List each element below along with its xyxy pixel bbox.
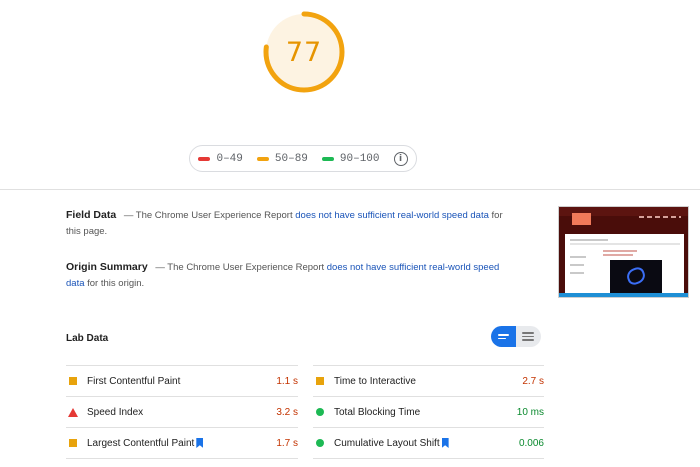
average-square-icon: [69, 439, 77, 447]
thumb-line: [570, 264, 584, 266]
thumb-line: [570, 243, 680, 245]
legend-swatch-fail: [198, 156, 211, 161]
metric-name-wrap: Largest Contentful Paint: [66, 438, 276, 449]
metric-name: Total Blocking Time: [334, 406, 421, 418]
bookmark-icon[interactable]: [441, 438, 449, 448]
origin-summary-text-after: for this origin.: [84, 278, 145, 289]
compact-view-button[interactable]: [491, 326, 516, 347]
thumb-footer-bar: [559, 293, 688, 297]
metric-value: 10 ms: [516, 406, 544, 418]
score-legend: 0–49 50–89 90–100 i: [189, 145, 417, 172]
metric-name: First Contentful Paint: [87, 375, 181, 387]
metric-name-wrap: Speed Index: [66, 407, 276, 418]
list-icon-line: [522, 335, 534, 338]
thumb-logo: [572, 213, 591, 225]
fail-triangle-icon: [68, 407, 78, 417]
metric-name-wrap: Time to Interactive: [313, 376, 522, 387]
legend-item-pass: 90–100: [321, 152, 380, 165]
legend-swatch-average: [256, 156, 269, 161]
metric-cumulative-layout-shift: Cumulative Layout Shift 0.006: [313, 428, 544, 459]
metric-value: 3.2 s: [276, 406, 298, 418]
view-toggle[interactable]: [491, 326, 541, 347]
bookmark-icon[interactable]: [196, 438, 204, 448]
average-square-icon: [316, 377, 324, 385]
average-square-icon: [69, 377, 77, 385]
thumb-line: [570, 239, 608, 241]
legend-label-pass: 90–100: [339, 152, 380, 165]
legend-swatch-pass: [321, 156, 334, 161]
metric-first-contentful-paint: First Contentful Paint 1.1 s: [66, 366, 298, 397]
metric-name: Cumulative Layout Shift: [334, 437, 440, 449]
metric-name: Time to Interactive: [334, 375, 416, 387]
metric-time-to-interactive: Time to Interactive 2.7 s: [313, 366, 544, 397]
list-icon-line: [498, 337, 506, 339]
legend-item-fail: 0–49: [198, 152, 243, 165]
origin-summary-text-before: — The Chrome User Experience Report: [152, 262, 327, 273]
legend-label-average: 50–89: [274, 152, 308, 165]
metric-name: Speed Index: [87, 406, 144, 418]
metric-value: 0.006: [518, 437, 544, 449]
metric-largest-contentful-paint: Largest Contentful Paint 1.7 s: [66, 428, 298, 459]
metric-name-wrap: Cumulative Layout Shift: [313, 438, 519, 449]
metric-value: 2.7 s: [522, 375, 544, 387]
list-icon-line: [522, 339, 534, 341]
metric-value: 1.7 s: [276, 437, 298, 449]
field-data-link[interactable]: does not have sufficient real-world spee…: [295, 210, 489, 221]
metric-name: Largest Contentful Paint: [87, 437, 195, 449]
legend-item-average: 50–89: [256, 152, 308, 165]
thumb-heading-line: [603, 254, 633, 256]
performance-score-value: 77: [285, 36, 323, 68]
lab-data-title: Lab Data: [66, 333, 109, 344]
origin-summary-section: Origin Summary — The Chrome User Experie…: [66, 259, 506, 292]
thumb-page: [565, 234, 684, 295]
metric-total-blocking-time: Total Blocking Time 10 ms: [313, 397, 544, 428]
section-divider: [0, 189, 700, 190]
list-icon-line: [522, 332, 534, 334]
thumb-line: [570, 272, 584, 274]
thumb-line: [570, 256, 586, 258]
thumb-heading-line: [603, 250, 637, 252]
field-data-text-before: — The Chrome User Experience Report: [121, 210, 296, 221]
legend-label-fail: 0–49: [216, 152, 243, 165]
pass-circle-icon: [316, 439, 324, 447]
origin-summary-heading: Origin Summary: [66, 261, 148, 273]
thumb-nav: [639, 216, 681, 218]
expanded-view-button[interactable]: [516, 326, 541, 347]
metric-name-wrap: Total Blocking Time: [313, 407, 517, 418]
performance-score-gauge: 77: [262, 10, 346, 94]
info-icon[interactable]: i: [393, 151, 408, 166]
pagespeed-report: 77 0–49 50–89 90–100 i Field Data — The …: [0, 0, 700, 467]
metric-value: 1.1 s: [276, 375, 298, 387]
field-data-heading: Field Data: [66, 209, 117, 221]
pass-circle-icon: [316, 408, 324, 416]
list-icon-line: [498, 334, 509, 336]
metric-speed-index: Speed Index 3.2 s: [66, 397, 298, 428]
field-data-section: Field Data — The Chrome User Experience …: [66, 207, 506, 240]
metric-name-wrap: First Contentful Paint: [66, 376, 276, 387]
page-screenshot-thumbnail: [558, 206, 689, 298]
